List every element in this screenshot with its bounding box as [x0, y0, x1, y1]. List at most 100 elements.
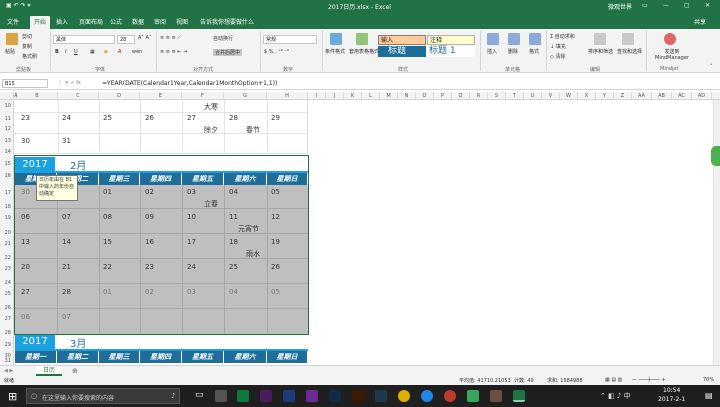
- tab-insert[interactable]: 插入: [52, 16, 72, 29]
- merge-center-button[interactable]: 合并后居中: [213, 49, 243, 56]
- column-header-u[interactable]: U: [524, 92, 542, 100]
- row-header-14[interactable]: 14: [0, 149, 13, 155]
- column-header-c[interactable]: C: [58, 92, 99, 100]
- column-header-b[interactable]: B: [17, 92, 58, 100]
- fill-color-icon[interactable]: ◆: [104, 49, 108, 55]
- day-cell[interactable]: 06: [21, 313, 30, 321]
- row-header-23[interactable]: 23: [0, 266, 13, 272]
- tab-home[interactable]: 开始: [30, 16, 51, 29]
- add-sheet-icon[interactable]: ⊕: [72, 367, 78, 375]
- wrap-text-button[interactable]: 自动换行: [213, 35, 233, 42]
- day-cell[interactable]: 02: [145, 188, 154, 196]
- column-header-p[interactable]: P: [434, 92, 452, 100]
- insert-cells-button[interactable]: 插入: [487, 48, 497, 55]
- row-header-29[interactable]: 29: [0, 342, 13, 348]
- day-cell[interactable]: 25: [229, 263, 238, 271]
- font-size-select[interactable]: 28: [117, 35, 135, 44]
- day-cell[interactable]: 05: [271, 188, 280, 196]
- column-header-ac[interactable]: AC: [672, 92, 692, 100]
- format-cells-button[interactable]: 格式: [529, 48, 539, 55]
- ribbon-options-icon[interactable]: ▭: [642, 2, 648, 9]
- row-header-22[interactable]: 22: [0, 255, 13, 261]
- day-cell[interactable]: 13: [21, 238, 30, 246]
- find-select-icon[interactable]: [622, 33, 634, 45]
- maximize-icon[interactable]: ▢: [684, 2, 690, 9]
- day-cell[interactable]: 27: [187, 114, 196, 122]
- day-cell[interactable]: 30: [21, 188, 30, 196]
- row-header-18[interactable]: 18: [0, 204, 13, 210]
- day-cell[interactable]: 01: [103, 188, 112, 196]
- day-cell[interactable]: 04: [229, 188, 238, 196]
- row-header-11[interactable]: 11: [0, 116, 13, 122]
- formula-input[interactable]: =YEAR(DATE(Calendar1Year,Calendar1MonthO…: [100, 79, 718, 88]
- row-header-15[interactable]: 15: [0, 161, 13, 167]
- day-cell[interactable]: 23: [145, 263, 154, 271]
- task-view-icon[interactable]: ▭: [195, 390, 204, 400]
- column-header-y[interactable]: Y: [596, 92, 614, 100]
- windows-start-icon[interactable]: ⊞: [8, 390, 17, 403]
- mindmanager-button[interactable]: 发送到 MindManager: [651, 48, 693, 61]
- day-cell[interactable]: 26: [145, 114, 154, 122]
- column-header-aa[interactable]: AA: [632, 92, 652, 100]
- font-grow-icon[interactable]: A˄ A˅: [138, 35, 151, 41]
- row-header-19[interactable]: 19: [0, 215, 13, 221]
- conditional-format-icon[interactable]: [330, 33, 342, 45]
- column-header-t[interactable]: T: [506, 92, 524, 100]
- day-cell[interactable]: 22: [103, 263, 112, 271]
- paste-icon[interactable]: [6, 33, 18, 45]
- mar-year[interactable]: 2017: [15, 335, 55, 349]
- clear-button[interactable]: ◇ 清除: [550, 53, 565, 60]
- paste-button[interactable]: 粘贴: [5, 48, 15, 55]
- feb-year[interactable]: 2017: [15, 157, 55, 172]
- column-header-v[interactable]: V: [542, 92, 560, 100]
- font-color-icon[interactable]: A: [118, 49, 121, 55]
- name-box[interactable]: B15: [2, 79, 48, 88]
- day-cell[interactable]: 28: [229, 114, 238, 122]
- notification-icon[interactable]: ▤: [705, 391, 713, 400]
- day-cell[interactable]: 07: [62, 313, 71, 321]
- day-cell[interactable]: 15: [103, 238, 112, 246]
- day-cell[interactable]: 23: [21, 114, 30, 122]
- save-icon[interactable]: ▣ ↶ ↷ ▾: [6, 2, 30, 9]
- column-header-q[interactable]: Q: [452, 92, 470, 100]
- photoshop-icon[interactable]: [329, 390, 341, 402]
- tab-page-layout[interactable]: 页面布局: [75, 16, 107, 29]
- premiere-icon[interactable]: [260, 390, 272, 402]
- day-cell[interactable]: 04: [229, 288, 238, 296]
- day-cell[interactable]: 10: [187, 213, 196, 221]
- zoom-level[interactable]: 70%: [703, 377, 714, 383]
- app-icon-red[interactable]: [444, 390, 456, 402]
- day-cell[interactable]: 01: [103, 288, 112, 296]
- day-cell[interactable]: 03: [187, 288, 196, 296]
- row-header-31[interactable]: 31: [0, 358, 13, 364]
- row-header-20[interactable]: 20: [0, 230, 13, 236]
- tray-icons[interactable]: ⌃ ◧ ♪ 中: [600, 391, 631, 401]
- style-input[interactable]: 输入: [378, 35, 426, 45]
- column-header-ab[interactable]: AB: [652, 92, 672, 100]
- column-header-ad[interactable]: AD: [692, 92, 712, 100]
- day-cell[interactable]: 25: [103, 114, 112, 122]
- table-format-button[interactable]: 套用表格格式: [349, 48, 379, 55]
- cancel-icon[interactable]: ⋮ ✕ ✓ fx: [58, 80, 81, 86]
- tab-review[interactable]: 审阅: [150, 16, 170, 29]
- day-cell[interactable]: 31: [62, 137, 71, 145]
- microphone-icon[interactable]: ♪: [171, 392, 175, 400]
- bold-icon[interactable]: B: [55, 49, 59, 55]
- tell-me-search[interactable]: 告诉我你想要做什么: [196, 16, 258, 29]
- column-header-d[interactable]: D: [99, 92, 140, 100]
- table-format-icon[interactable]: [356, 33, 368, 45]
- align-top-icon[interactable]: ≡ ≡ ≡ ⟋: [160, 35, 181, 41]
- column-header-m[interactable]: M: [380, 92, 398, 100]
- conditional-format-button[interactable]: 条件格式: [325, 48, 345, 55]
- tab-view[interactable]: 视图: [172, 16, 192, 29]
- delete-cells-icon[interactable]: [508, 33, 520, 45]
- day-cell[interactable]: 16: [145, 238, 154, 246]
- row-header-28[interactable]: 28: [0, 330, 13, 336]
- day-cell[interactable]: 14: [62, 238, 71, 246]
- italic-icon[interactable]: I: [65, 49, 66, 55]
- row-header-27[interactable]: 27: [0, 316, 13, 322]
- column-header-l[interactable]: L: [362, 92, 380, 100]
- day-cell[interactable]: 28: [62, 288, 71, 296]
- taskbar-search-box[interactable]: ○ 在这里输入你要搜索的内容 ♪: [26, 388, 180, 404]
- column-header-z[interactable]: Z: [614, 92, 632, 100]
